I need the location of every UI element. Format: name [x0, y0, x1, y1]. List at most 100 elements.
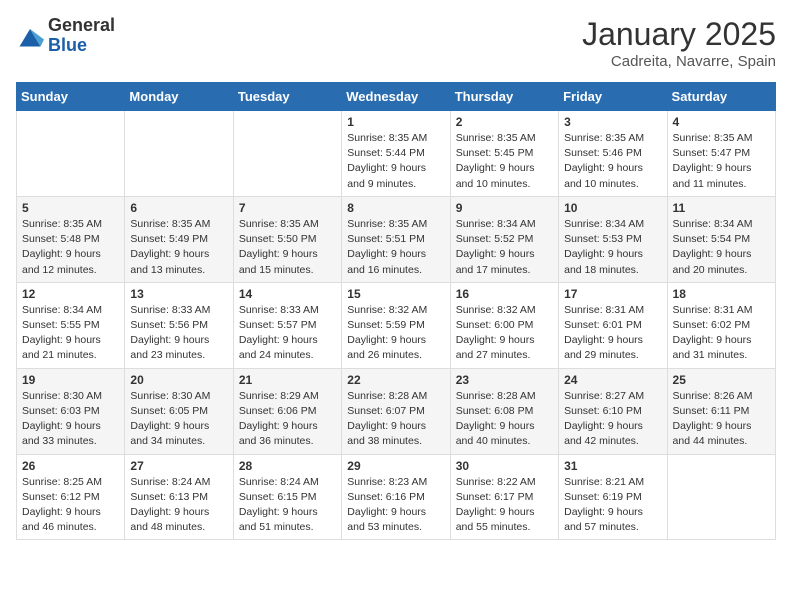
logo-blue-text: Blue — [48, 36, 115, 56]
weekday-header-wednesday: Wednesday — [342, 83, 450, 111]
day-number: 1 — [347, 115, 444, 129]
day-info: Sunrise: 8:34 AM Sunset: 5:53 PM Dayligh… — [564, 217, 661, 278]
day-info: Sunrise: 8:23 AM Sunset: 6:16 PM Dayligh… — [347, 475, 444, 536]
day-number: 17 — [564, 287, 661, 301]
day-info: Sunrise: 8:30 AM Sunset: 6:05 PM Dayligh… — [130, 389, 227, 450]
calendar-week-row: 1 Sunrise: 8:35 AM Sunset: 5:44 PM Daylig… — [17, 111, 776, 197]
calendar-day-cell — [17, 111, 125, 197]
day-info: Sunrise: 8:28 AM Sunset: 6:08 PM Dayligh… — [456, 389, 553, 450]
calendar-week-row: 26 Sunrise: 8:25 AM Sunset: 6:12 PM Dayli… — [17, 454, 776, 540]
location-text: Cadreita, Navarre, Spain — [582, 53, 776, 70]
day-info: Sunrise: 8:34 AM Sunset: 5:55 PM Dayligh… — [22, 303, 119, 364]
day-number: 6 — [130, 201, 227, 215]
day-number: 16 — [456, 287, 553, 301]
day-number: 9 — [456, 201, 553, 215]
day-number: 3 — [564, 115, 661, 129]
day-info: Sunrise: 8:27 AM Sunset: 6:10 PM Dayligh… — [564, 389, 661, 450]
calendar-day-cell: 8Sunrise: 8:35 AM Sunset: 5:51 PM Daylig… — [342, 196, 450, 282]
calendar-day-cell — [233, 111, 341, 197]
calendar-day-cell: 6 Sunrise: 8:35 AM Sunset: 5:49 PM Daylig… — [125, 196, 233, 282]
day-number: 20 — [130, 373, 227, 387]
calendar-day-cell: 30 Sunrise: 8:22 AM Sunset: 6:17 PM Dayli… — [450, 454, 558, 540]
calendar-week-row: 5 Sunrise: 8:35 AM Sunset: 5:48 PM Daylig… — [17, 196, 776, 282]
weekday-header-thursday: Thursday — [450, 83, 558, 111]
day-number: 29 — [347, 459, 444, 473]
day-number: 15 — [347, 287, 444, 301]
day-info: Sunrise: 8:24 AM Sunset: 6:13 PM Dayligh… — [130, 475, 227, 536]
logo-icon — [16, 22, 44, 50]
day-number: 23 — [456, 373, 553, 387]
day-number: 27 — [130, 459, 227, 473]
day-info: Sunrise: 8:26 AM Sunset: 6:11 PM Dayligh… — [673, 389, 770, 450]
month-title: January 2025 — [582, 16, 776, 53]
calendar-day-cell: 23 Sunrise: 8:28 AM Sunset: 6:08 PM Dayli… — [450, 368, 558, 454]
day-number: 8 — [347, 201, 444, 215]
logo: General Blue — [16, 16, 115, 56]
day-number: 5 — [22, 201, 119, 215]
calendar-day-cell: 20 Sunrise: 8:30 AM Sunset: 6:05 PM Dayli… — [125, 368, 233, 454]
day-info: Sunrise: 8:35 AM Sunset: 5:48 PM Dayligh… — [22, 217, 119, 278]
weekday-header-friday: Friday — [559, 83, 667, 111]
day-info: Sunrise: 8:30 AM Sunset: 6:03 PM Dayligh… — [22, 389, 119, 450]
calendar-day-cell: 5 Sunrise: 8:35 AM Sunset: 5:48 PM Daylig… — [17, 196, 125, 282]
day-info: Sunrise: 8:33 AM Sunset: 5:56 PM Dayligh… — [130, 303, 227, 364]
calendar-day-cell — [125, 111, 233, 197]
day-info: Sunrise: 8:31 AM Sunset: 6:01 PM Dayligh… — [564, 303, 661, 364]
day-info: Sunrise: 8:32 AM Sunset: 6:00 PM Dayligh… — [456, 303, 553, 364]
calendar-day-cell: 9 Sunrise: 8:34 AM Sunset: 5:52 PM Daylig… — [450, 196, 558, 282]
day-number: 13 — [130, 287, 227, 301]
calendar-day-cell: 17 Sunrise: 8:31 AM Sunset: 6:01 PM Dayli… — [559, 282, 667, 368]
day-info: Sunrise: 8:32 AM Sunset: 5:59 PM Dayligh… — [347, 303, 444, 364]
calendar-week-row: 12Sunrise: 8:34 AM Sunset: 5:55 PM Dayli… — [17, 282, 776, 368]
weekday-header-row: SundayMondayTuesdayWednesdayThursdayFrid… — [17, 83, 776, 111]
day-number: 14 — [239, 287, 336, 301]
logo-text: General Blue — [48, 16, 115, 56]
day-number: 7 — [239, 201, 336, 215]
title-area: January 2025 Cadreita, Navarre, Spain — [582, 16, 776, 70]
day-number: 25 — [673, 373, 770, 387]
logo-general-text: General — [48, 16, 115, 36]
calendar-day-cell: 22Sunrise: 8:28 AM Sunset: 6:07 PM Dayli… — [342, 368, 450, 454]
day-number: 28 — [239, 459, 336, 473]
calendar-day-cell — [667, 454, 775, 540]
calendar-day-cell: 3Sunrise: 8:35 AM Sunset: 5:46 PM Daylig… — [559, 111, 667, 197]
weekday-header-saturday: Saturday — [667, 83, 775, 111]
day-number: 11 — [673, 201, 770, 215]
calendar-day-cell: 1 Sunrise: 8:35 AM Sunset: 5:44 PM Daylig… — [342, 111, 450, 197]
day-info: Sunrise: 8:35 AM Sunset: 5:50 PM Dayligh… — [239, 217, 336, 278]
day-number: 10 — [564, 201, 661, 215]
calendar-week-row: 19 Sunrise: 8:30 AM Sunset: 6:03 PM Dayli… — [17, 368, 776, 454]
day-number: 30 — [456, 459, 553, 473]
day-number: 2 — [456, 115, 553, 129]
day-number: 18 — [673, 287, 770, 301]
calendar-day-cell: 2Sunrise: 8:35 AM Sunset: 5:45 PM Daylig… — [450, 111, 558, 197]
calendar-day-cell: 24Sunrise: 8:27 AM Sunset: 6:10 PM Dayli… — [559, 368, 667, 454]
calendar-day-cell: 12Sunrise: 8:34 AM Sunset: 5:55 PM Dayli… — [17, 282, 125, 368]
day-info: Sunrise: 8:35 AM Sunset: 5:49 PM Dayligh… — [130, 217, 227, 278]
calendar-day-cell: 26 Sunrise: 8:25 AM Sunset: 6:12 PM Dayli… — [17, 454, 125, 540]
day-number: 19 — [22, 373, 119, 387]
day-info: Sunrise: 8:33 AM Sunset: 5:57 PM Dayligh… — [239, 303, 336, 364]
calendar-day-cell: 14 Sunrise: 8:33 AM Sunset: 5:57 PM Dayli… — [233, 282, 341, 368]
day-info: Sunrise: 8:22 AM Sunset: 6:17 PM Dayligh… — [456, 475, 553, 536]
day-number: 31 — [564, 459, 661, 473]
calendar-day-cell: 29 Sunrise: 8:23 AM Sunset: 6:16 PM Dayli… — [342, 454, 450, 540]
calendar-day-cell: 21Sunrise: 8:29 AM Sunset: 6:06 PM Dayli… — [233, 368, 341, 454]
calendar-day-cell: 10 Sunrise: 8:34 AM Sunset: 5:53 PM Dayli… — [559, 196, 667, 282]
day-info: Sunrise: 8:35 AM Sunset: 5:44 PM Dayligh… — [347, 131, 444, 192]
day-number: 4 — [673, 115, 770, 129]
day-number: 21 — [239, 373, 336, 387]
day-info: Sunrise: 8:34 AM Sunset: 5:52 PM Dayligh… — [456, 217, 553, 278]
calendar-day-cell: 27 Sunrise: 8:24 AM Sunset: 6:13 PM Dayli… — [125, 454, 233, 540]
day-info: Sunrise: 8:35 AM Sunset: 5:47 PM Dayligh… — [673, 131, 770, 192]
calendar-day-cell: 19 Sunrise: 8:30 AM Sunset: 6:03 PM Dayli… — [17, 368, 125, 454]
weekday-header-sunday: Sunday — [17, 83, 125, 111]
calendar-day-cell: 31Sunrise: 8:21 AM Sunset: 6:19 PM Dayli… — [559, 454, 667, 540]
day-info: Sunrise: 8:28 AM Sunset: 6:07 PM Dayligh… — [347, 389, 444, 450]
calendar-day-cell: 7 Sunrise: 8:35 AM Sunset: 5:50 PM Daylig… — [233, 196, 341, 282]
calendar-table: SundayMondayTuesdayWednesdayThursdayFrid… — [16, 82, 776, 540]
day-info: Sunrise: 8:25 AM Sunset: 6:12 PM Dayligh… — [22, 475, 119, 536]
calendar-day-cell: 4 Sunrise: 8:35 AM Sunset: 5:47 PM Daylig… — [667, 111, 775, 197]
page-header: General Blue January 2025 Cadreita, Nava… — [16, 16, 776, 70]
day-number: 26 — [22, 459, 119, 473]
